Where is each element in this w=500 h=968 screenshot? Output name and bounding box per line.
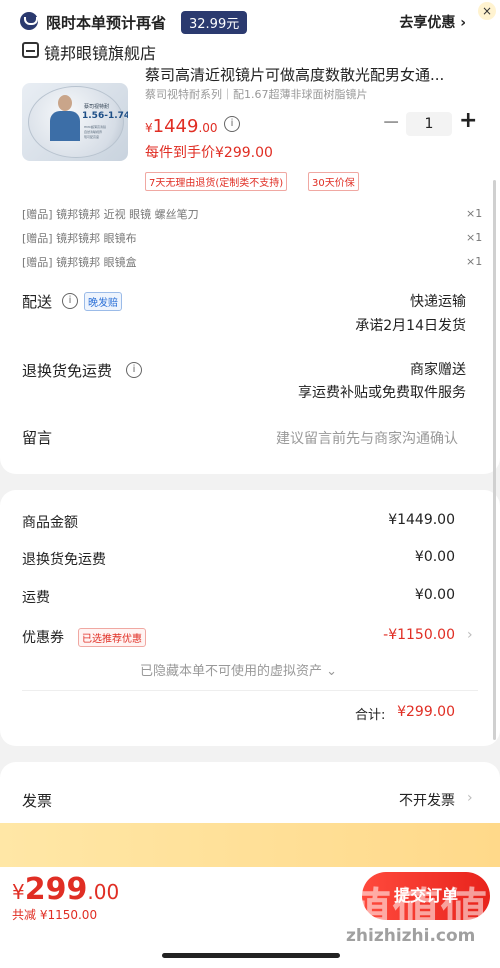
final-price: 每件到手价¥299.00 (145, 145, 273, 161)
price-protection-tag: 30天价保 (308, 172, 359, 191)
product-title[interactable]: 蔡司高清近视镜片可做高度数散光配男女通... (145, 64, 475, 85)
message-label: 留言 (22, 429, 53, 447)
store-name[interactable]: 镜邦眼镜旗舰店 (44, 40, 156, 64)
price-currency: ¥ (145, 121, 153, 135)
return-shipping-label: 退换货免运费 (22, 362, 113, 380)
delivery-promise: 承诺2月14日发货 (355, 318, 466, 334)
return-shipping-detail: 享运费补贴或免费取件服务 (298, 385, 466, 401)
image-range-label: 1.56-1.74 (82, 111, 128, 121)
goods-amount-label: 商品金额 (22, 515, 78, 531)
total-label: 合计: (355, 708, 386, 723)
saved-amount: 共减 ¥1150.00 (12, 908, 98, 922)
price-dec: .00 (198, 121, 218, 135)
image-line: 自然清晰视界 (84, 130, 103, 134)
late-compensation-badge: 晚发赔 (84, 292, 122, 311)
gift-item: [赠品] 镜邦镜邦 眼镜布 (22, 232, 137, 245)
pay-int: 299 (24, 872, 88, 907)
coupon-label[interactable]: 优惠券 (22, 627, 64, 647)
price-info-icon[interactable]: i (224, 116, 240, 132)
quantity-input[interactable]: 1 (406, 112, 452, 136)
pay-total: ¥299.00 (12, 872, 119, 907)
promo-amount: 32.99元 (181, 11, 248, 34)
promo-text: 限时本单预计再省 (46, 14, 167, 32)
chevron-right-icon[interactable]: › (467, 627, 473, 643)
chevron-right-icon[interactable]: › (467, 790, 473, 806)
price-int: 1449 (152, 116, 199, 137)
discount-icon (20, 12, 38, 30)
promo-banner[interactable] (0, 823, 500, 867)
delivery-label: 配送 (22, 293, 53, 311)
goods-amount-value: ¥1449.00 (388, 512, 455, 528)
return-shipping-value: 商家赠送 (410, 362, 466, 378)
gift-qty: ×1 (466, 207, 483, 220)
return-policy-tag: 7天无理由退货(定制类不支持) (145, 172, 288, 191)
gift-item: [赠品] 镜邦镜邦 近视 眼镜 螺丝笔刀 (22, 208, 199, 221)
hidden-assets-toggle[interactable]: 已隐藏本单不可使用的虚拟资产 ⌄ (140, 660, 337, 679)
home-indicator[interactable] (162, 953, 340, 958)
promo-action-button[interactable]: 去享优惠 › (399, 12, 466, 32)
return-fee-label: 退换货免运费 (22, 552, 106, 568)
model-photo (50, 95, 80, 141)
gift-qty: ×1 (466, 231, 483, 244)
shipping-fee-label: 运费 (22, 590, 50, 606)
product-price: ¥1449.00 (145, 116, 218, 137)
close-icon[interactable]: × (478, 2, 496, 20)
pay-dec: .00 (87, 880, 120, 904)
coupon-value[interactable]: -¥1150.00 (383, 627, 455, 643)
image-series-label: 蔡司视特耐 (84, 104, 110, 110)
gift-item: [赠品] 镜邦镜邦 眼镜盒 (22, 256, 137, 269)
image-line: HMC超薄高清镜 (84, 125, 106, 129)
shipping-fee-value: ¥0.00 (414, 587, 455, 603)
message-input[interactable]: 建议留言前先与商家沟通确认 (276, 428, 458, 448)
invoice-label[interactable]: 发票 (22, 790, 52, 811)
product-image[interactable]: 蔡司视特耐 1.56-1.74 HMC超薄高清镜 自然清晰视界 现可配高度 (22, 83, 128, 161)
decrease-quantity-button[interactable]: − (382, 110, 400, 135)
image-line: 现可配高度 (84, 135, 100, 139)
gift-qty: ×1 (466, 255, 483, 268)
divider (22, 690, 478, 691)
total-value: ¥299.00 (397, 704, 455, 720)
delivery-method[interactable]: 快递运输 (410, 291, 466, 311)
invoice-value[interactable]: 不开发票 (399, 790, 455, 810)
coupon-badge: 已选推荐优惠 (78, 628, 146, 647)
store-icon (22, 42, 39, 58)
return-fee-value: ¥0.00 (414, 549, 455, 565)
product-spec[interactable]: 蔡司视特耐系列｜配1.67超薄非球面树脂镜片 (145, 86, 368, 102)
scrollbar[interactable] (493, 180, 496, 740)
delivery-info-icon[interactable]: i (62, 293, 78, 309)
increase-quantity-button[interactable]: + (459, 108, 477, 133)
pay-currency: ¥ (12, 880, 25, 904)
watermark-url: zhizhizhi.com (346, 926, 476, 946)
return-shipping-info-icon[interactable]: i (126, 362, 142, 378)
